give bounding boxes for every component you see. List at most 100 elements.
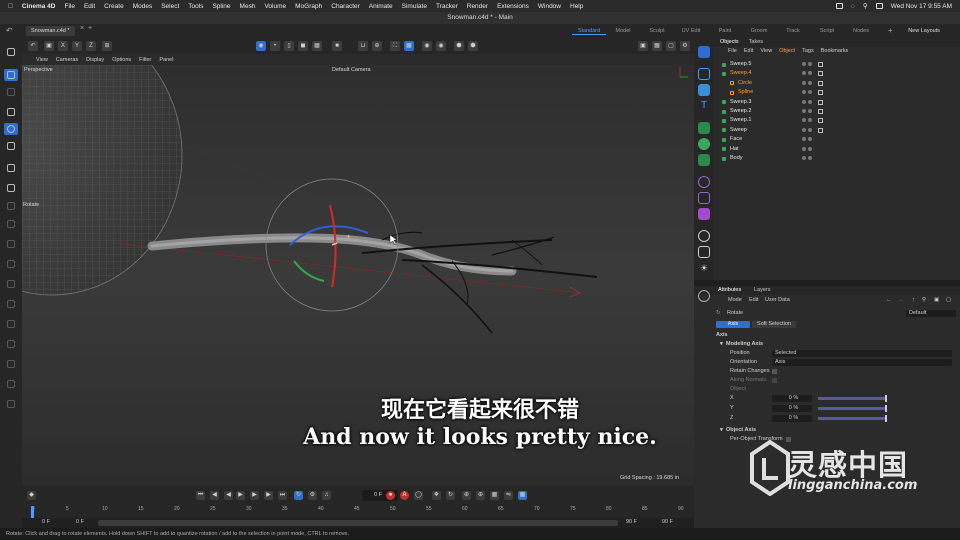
forward-arrow-icon[interactable]: → — [898, 296, 904, 305]
visibility-dots-icon[interactable] — [802, 90, 816, 95]
layout-script[interactable]: Script — [810, 28, 844, 34]
menu-tracker[interactable]: Tracker — [436, 3, 458, 10]
points-button[interactable]: • — [270, 41, 280, 51]
undo-icon[interactable]: ↶ — [6, 26, 13, 35]
rotate-tool-icon[interactable] — [4, 123, 18, 135]
effector-icon[interactable] — [698, 208, 710, 220]
viewport-menu-panel[interactable]: Panel — [159, 57, 173, 63]
cube-icon[interactable] — [698, 68, 710, 80]
visibility-dots-icon[interactable] — [802, 62, 816, 67]
menu-tools[interactable]: Tools — [188, 3, 203, 10]
search-icon[interactable]: ⚲ — [863, 2, 868, 10]
position-key-button[interactable]: ❖ — [432, 491, 441, 500]
menu-extensions[interactable]: Extensions — [497, 3, 529, 10]
layout-sculpt[interactable]: Sculpt — [640, 28, 674, 34]
search-attr-icon[interactable]: ⚲ — [922, 296, 926, 305]
attributes-menu-user-data[interactable]: User Data — [765, 296, 790, 305]
next-key-button[interactable]: ▶ — [264, 491, 273, 500]
deformer-icon[interactable] — [698, 154, 710, 166]
pan-icon[interactable] — [4, 86, 18, 98]
menu-help[interactable]: Help — [570, 3, 583, 10]
object-row[interactable]: Face — [714, 135, 960, 144]
object-row[interactable]: Sweep — [714, 126, 960, 135]
tab-attributes[interactable]: Attributes — [718, 286, 741, 295]
visibility-dots-icon[interactable] — [802, 99, 816, 105]
edges-mode-icon[interactable] — [4, 200, 18, 212]
axis-y-button[interactable]: Y — [72, 41, 82, 51]
x-slider-handle[interactable] — [885, 395, 887, 402]
visibility-dots-icon[interactable] — [802, 80, 816, 86]
lock-attr-icon[interactable]: ▣ — [934, 296, 939, 305]
layout-nodes[interactable]: Nodes — [844, 28, 878, 34]
generator-icon[interactable] — [698, 122, 710, 134]
visibility-dots-icon[interactable] — [802, 71, 816, 76]
layout-model[interactable]: Model — [606, 28, 640, 34]
layout-uv-edit[interactable]: UV Edit — [674, 28, 708, 34]
back-arrow-icon[interactable]: ← — [886, 296, 892, 305]
pla-key-button[interactable]: ▦ — [490, 491, 499, 500]
loop-button[interactable]: ↻ — [294, 491, 303, 500]
menu-modes[interactable]: Modes — [133, 3, 153, 10]
play-button[interactable]: ▶ — [236, 491, 245, 500]
visibility-dots-icon[interactable] — [802, 109, 816, 114]
edges-button[interactable]: ▯ — [284, 41, 294, 51]
menu-character[interactable]: Character — [331, 3, 360, 10]
record-button[interactable]: ● — [386, 491, 395, 500]
spline-icon[interactable] — [698, 192, 710, 204]
keyframe-selection-button[interactable]: ◯ — [414, 491, 423, 500]
objects-menu-bookmarks[interactable]: Bookmarks — [821, 47, 849, 56]
range-preview-end-field[interactable]: 90 F — [626, 519, 637, 525]
screen-icon[interactable] — [836, 3, 844, 9]
menu-volume[interactable]: Volume — [264, 3, 286, 10]
menu-simulate[interactable]: Simulate — [402, 3, 427, 10]
visibility-dots-icon[interactable] — [802, 137, 816, 142]
magnet-icon[interactable] — [4, 338, 18, 350]
enable-check-icon[interactable] — [818, 99, 823, 105]
text-icon[interactable]: T — [698, 100, 710, 112]
close-tab-icon[interactable]: × — [80, 25, 84, 32]
menu-mograph[interactable]: MoGraph — [295, 3, 322, 10]
object-row[interactable]: Spline — [714, 88, 960, 97]
render-pic-button[interactable]: ◉ — [436, 41, 446, 51]
along-normals-checkbox[interactable] — [772, 378, 777, 383]
knife-icon[interactable] — [4, 258, 18, 270]
environment-icon[interactable] — [698, 230, 710, 242]
primitive-icon[interactable] — [698, 84, 710, 96]
object-mode-button[interactable]: ◉ — [256, 41, 266, 51]
snap-button[interactable]: ⊔ — [358, 41, 368, 51]
object-row[interactable]: Circle — [714, 79, 960, 88]
axis-z-button[interactable]: Z — [86, 41, 96, 51]
menu-select[interactable]: Select — [161, 3, 179, 10]
z-field[interactable]: 0 % — [772, 415, 812, 422]
viewport-menu-view[interactable]: View — [36, 57, 48, 63]
sound-button[interactable]: ♫ — [322, 491, 331, 500]
attributes-menu-edit[interactable]: Edit — [749, 296, 758, 305]
render-queue-button[interactable]: ⬢ — [468, 41, 478, 51]
goto-end-button[interactable]: ⏭ — [278, 491, 287, 500]
group-object-axis[interactable]: ▾ Object Axis — [694, 426, 960, 435]
prev-frame-button[interactable]: ◀ — [224, 491, 233, 500]
menu-create[interactable]: Create — [104, 3, 124, 10]
visibility-dots-icon[interactable] — [802, 127, 816, 133]
enable-check-icon[interactable] — [818, 109, 823, 114]
goto-start-button[interactable]: ⏮ — [196, 491, 205, 500]
menu-app-name[interactable]: Cinema 4D — [22, 3, 56, 10]
objects-menu-tags[interactable]: Tags — [802, 47, 814, 56]
menu-spline[interactable]: Spline — [212, 3, 230, 10]
light-icon[interactable]: ☀ — [698, 262, 710, 274]
brush-icon[interactable] — [4, 162, 18, 174]
menu-file[interactable]: File — [64, 3, 74, 10]
grid-button[interactable]: ▦ — [404, 41, 414, 51]
layout-paint[interactable]: Paint — [708, 28, 742, 34]
y-slider[interactable] — [818, 407, 886, 410]
z-slider[interactable] — [818, 417, 886, 420]
mograph-icon[interactable] — [698, 138, 710, 150]
view-quad-button[interactable]: ▦ — [652, 41, 662, 51]
prev-key-button[interactable]: ◀ — [210, 491, 219, 500]
uv-button[interactable]: ▦ — [312, 41, 322, 51]
render-view-button[interactable]: ◉ — [422, 41, 432, 51]
visibility-dots-icon[interactable] — [802, 156, 816, 161]
projection-label[interactable]: Perspective — [24, 67, 53, 73]
range-preview-start-field[interactable]: 0 F — [76, 519, 84, 525]
enable-check-icon[interactable] — [818, 90, 823, 96]
